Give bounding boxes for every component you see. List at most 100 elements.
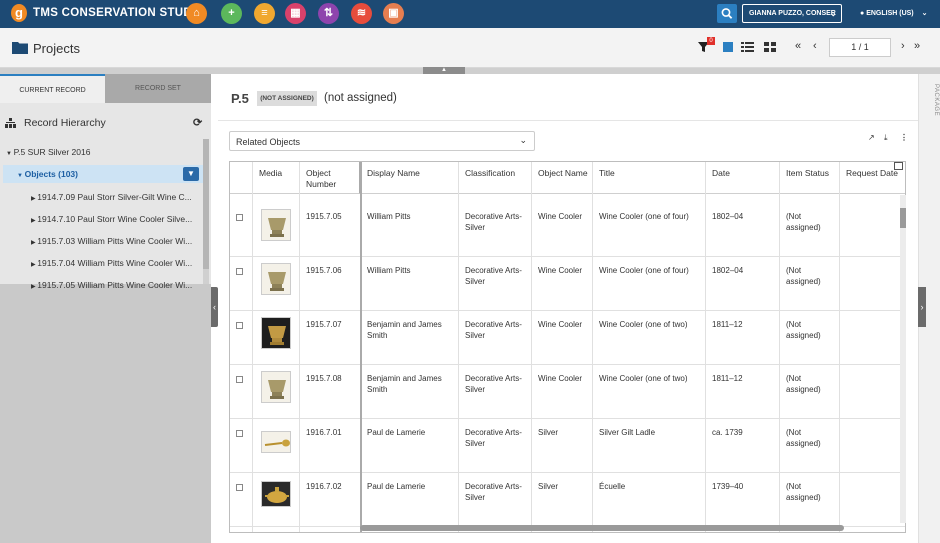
column-header-object_name[interactable]: Object Name	[532, 162, 593, 194]
table-row[interactable]: 1915.7.05 William Pitts Decorative Arts-Si…	[230, 203, 905, 257]
last-page-icon[interactable]: »	[914, 40, 920, 52]
home-button[interactable]: ⌂	[186, 3, 207, 24]
table-row[interactable]: 1915.7.07 Benjamin and James Smith Decorat…	[230, 311, 905, 365]
table-scroll-thumb[interactable]	[900, 208, 906, 228]
row-checkbox[interactable]	[236, 268, 243, 275]
cell-classification: Decorative Arts-Silver	[465, 482, 522, 502]
user-name: GIANNA PUZZO, CONSER	[749, 10, 836, 17]
table-row[interactable]: 1915.7.06 William Pitts Decorative Arts-Si…	[230, 257, 905, 311]
column-header-classification[interactable]: Classification	[459, 162, 532, 194]
tree-item[interactable]: ▶ 1914.7.09 Paul Storr Silver-Gilt Wine …	[31, 192, 192, 202]
app-logo[interactable]: g	[11, 4, 27, 22]
collapse-header-button[interactable]: ▲	[423, 67, 465, 74]
cell-title: Silver Gilt Ladle	[599, 428, 656, 437]
group-menu-button[interactable]: ▼	[183, 167, 199, 181]
download-icon[interactable]: ⤓	[884, 133, 888, 143]
filter-button[interactable]: 0	[697, 37, 715, 57]
tree-item[interactable]: ▶ 1915.7.05 William Pitts Wine Cooler Wi…	[31, 280, 192, 290]
column-picker-icon[interactable]	[894, 162, 903, 170]
cell-date: 1802–04	[712, 212, 744, 221]
tab-current-record[interactable]: CURRENT RECORD	[0, 74, 105, 103]
cell-classification: Decorative Arts-Silver	[465, 320, 522, 340]
package-label[interactable]: PACKAGE	[933, 84, 939, 116]
tree-item[interactable]: ▶ 1915.7.03 William Pitts Wine Cooler Wi…	[31, 236, 192, 246]
row-checkbox[interactable]	[236, 376, 243, 383]
object-thumbnail[interactable]	[261, 209, 291, 241]
tree-item[interactable]: ▶ 1914.7.10 Paul Storr Wine Cooler Silve…	[31, 214, 192, 224]
column-divider	[705, 162, 706, 532]
cell-object-name: Wine Cooler	[538, 320, 583, 329]
transfer-button[interactable]: ⇅	[318, 3, 339, 24]
cell-title: Wine Cooler (one of four)	[599, 266, 689, 275]
cell-date: 1802–04	[712, 266, 744, 275]
pager-input[interactable]: 1 / 1	[829, 38, 891, 57]
column-header-number[interactable]: Object Number	[300, 162, 361, 194]
row-checkbox[interactable]	[236, 214, 243, 221]
column-header-title[interactable]: Title	[593, 162, 706, 194]
cell-object-name: Wine Cooler	[538, 266, 583, 275]
tab-record-set[interactable]: RECORD SET	[105, 74, 211, 103]
next-page-icon[interactable]: ›	[901, 40, 905, 52]
tree-item-label: 1915.7.04 William Pitts Wine Cooler Wi..…	[37, 258, 193, 268]
column-header-date[interactable]: Date	[706, 162, 780, 194]
right-panel-toggle[interactable]: ›	[918, 287, 926, 327]
tree-group[interactable]: ▼ Objects (103)	[17, 169, 78, 179]
row-checkbox[interactable]	[236, 322, 243, 329]
add-button[interactable]: +	[221, 3, 242, 24]
table-row[interactable]: 1916.7.02 Paul de Lamerie Decorative Arts-…	[230, 473, 905, 527]
related-select[interactable]: Related Objects ⌄	[229, 131, 535, 151]
first-page-icon[interactable]: «	[795, 40, 801, 52]
table-row[interactable]: 1916.7.01 Paul de Lamerie Decorative Arts-…	[230, 419, 905, 473]
tree-item-label: 1914.7.09 Paul Storr Silver-Gilt Wine C.…	[37, 192, 192, 202]
object-thumbnail[interactable]	[261, 371, 291, 403]
column-divider	[592, 162, 593, 532]
cell-number: 1915.7.08	[306, 374, 342, 383]
column-divider	[779, 162, 780, 532]
grid-view-icon[interactable]	[764, 42, 776, 52]
related-select-value: Related Objects	[236, 137, 301, 147]
more-icon[interactable]: ⋮	[900, 133, 908, 142]
horizontal-scrollbar[interactable]	[360, 525, 844, 531]
cell-title: Wine Cooler (one of two)	[599, 374, 688, 383]
transfer-icon: ⇅	[323, 7, 334, 19]
table-scrollbar[interactable]	[900, 195, 906, 523]
home-icon: ⌂	[193, 7, 200, 19]
single-view-button[interactable]	[723, 42, 733, 52]
document-button[interactable]: ≡	[254, 3, 275, 24]
list-view-icon[interactable]	[741, 42, 754, 52]
tree-item[interactable]: ▶ 1915.7.04 William Pitts Wine Cooler Wi…	[31, 258, 192, 268]
row-checkbox[interactable]	[236, 430, 243, 437]
object-thumbnail[interactable]	[261, 317, 291, 349]
tree-root[interactable]: ▼ P.5 SUR Silver 2016	[6, 147, 90, 157]
language-select[interactable]: ● ENGLISH (US) ⌄	[860, 9, 928, 17]
search-button[interactable]	[717, 4, 737, 23]
prev-page-icon[interactable]: ‹	[813, 40, 817, 52]
image-button[interactable]: ▣	[383, 3, 404, 24]
chevron-right-icon: ›	[920, 302, 924, 312]
left-panel-toggle[interactable]: ‹	[211, 287, 218, 327]
select-column-header	[230, 162, 253, 194]
user-select[interactable]: GIANNA PUZZO, CONSER ⌄	[742, 4, 842, 23]
cell-title: Écuelle	[599, 482, 626, 491]
object-thumbnail[interactable]	[261, 263, 291, 295]
object-thumbnail[interactable]	[261, 481, 291, 507]
status-badge: (NOT ASSIGNED)	[257, 91, 317, 106]
row-checkbox[interactable]	[236, 484, 243, 491]
cell-display: Benjamin and James Smith	[367, 320, 442, 340]
record-id: P.5	[231, 91, 249, 106]
column-header-media[interactable]: Media	[253, 162, 300, 194]
cell-title: Wine Cooler (one of four)	[599, 212, 689, 221]
refresh-icon[interactable]: ⟳	[193, 116, 202, 129]
open-external-icon[interactable]: ↗	[868, 133, 875, 142]
media-button[interactable]: ▦	[285, 3, 306, 24]
table-row[interactable]: 1915.7.08 Benjamin and James Smith Decorat…	[230, 365, 905, 419]
chevron-up-icon: ▲	[441, 67, 447, 73]
object-thumbnail[interactable]	[261, 431, 291, 453]
cell-number: 1916.7.02	[306, 482, 342, 491]
hierarchy-title: Record Hierarchy	[24, 117, 106, 129]
layers-button[interactable]: ≋	[351, 3, 372, 24]
cell-number: 1915.7.05	[306, 212, 342, 221]
column-header-status[interactable]: Item Status	[780, 162, 840, 194]
column-header-display[interactable]: Display Name	[361, 162, 459, 194]
left-scroll-thumb[interactable]	[203, 139, 209, 269]
